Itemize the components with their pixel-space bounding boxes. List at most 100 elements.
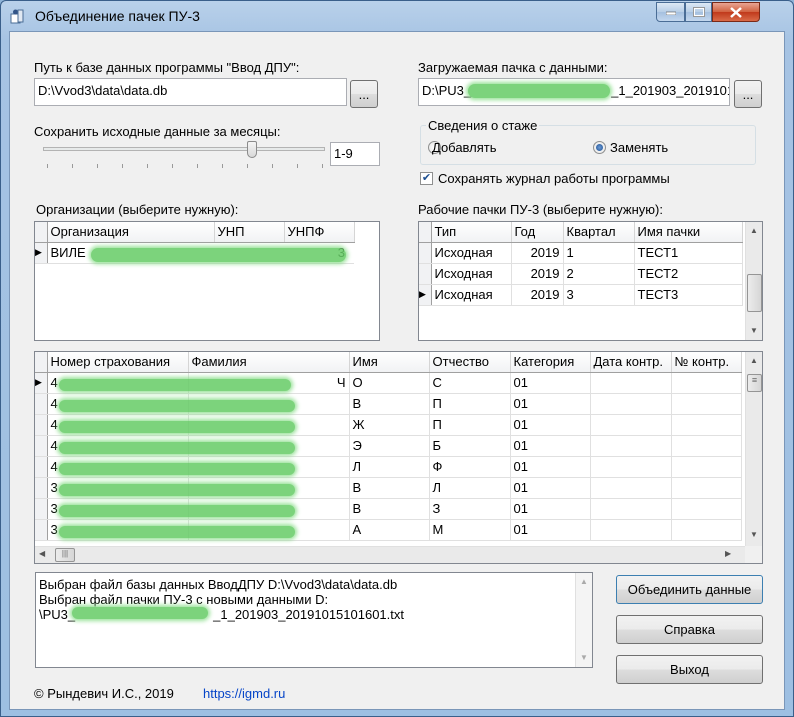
db-path-input[interactable]: D:\Vvod3\data\data.db <box>34 78 347 106</box>
table-row[interactable]: Исходная 2019 1 ТЕСТ1 <box>419 242 743 264</box>
table-row[interactable]: ▶ Исходная 2019 3 ТЕСТ3 <box>419 284 743 306</box>
person-category: 01 <box>510 498 591 520</box>
package-label: Загружаемая пачка с данными: <box>418 60 608 75</box>
packs-col-type[interactable]: Тип <box>431 222 512 243</box>
website-link[interactable]: https://igmd.ru <box>203 686 285 701</box>
organizations-grid[interactable]: Организация УНП УНПФ ▶ ВИЛЕ3 <box>34 221 380 341</box>
slider-tick <box>297 164 298 168</box>
redacted-region <box>59 526 295 538</box>
title-bar[interactable]: Объединение пачек ПУ-3 <box>1 1 793 31</box>
pack-type: Исходная <box>431 263 512 285</box>
scrollbar-thumb[interactable]: ||| <box>55 548 75 562</box>
merge-button[interactable]: Объединить данные <box>616 575 763 604</box>
save-log-checkbox[interactable]: ✔ <box>420 172 433 185</box>
pack-quarter: 3 <box>563 284 635 306</box>
person-name: Л <box>349 456 430 478</box>
db-path-browse-button[interactable]: ... <box>350 80 378 108</box>
person-contract-number <box>671 456 742 478</box>
slider-tick <box>197 164 198 168</box>
redacted-region <box>59 442 295 454</box>
scrollbar-thumb[interactable]: ≡ <box>747 374 762 392</box>
person-contract-number <box>671 435 742 457</box>
log-line: Выбран файл пачки ПУ-3 с новыми данными … <box>39 592 329 607</box>
person-contract-date <box>590 477 672 499</box>
scroll-up-icon[interactable]: ▲ <box>750 226 758 235</box>
redacted-region <box>468 84 610 98</box>
persons-col-contract-date[interactable]: Дата контр. <box>590 352 672 373</box>
scroll-up-icon[interactable]: ▲ <box>750 356 758 365</box>
org-col-unp[interactable]: УНП <box>214 222 285 243</box>
keep-months-slider-track[interactable] <box>43 147 325 151</box>
table-row[interactable]: Исходная 2019 2 ТЕСТ2 <box>419 263 743 285</box>
keep-months-value: 1-9 <box>334 146 353 161</box>
person-contract-number <box>671 372 742 394</box>
persons-grid[interactable]: Номер страхования Фамилия Имя Отчество К… <box>34 351 763 564</box>
scroll-left-icon[interactable]: ◀ <box>39 549 45 558</box>
person-name: А <box>349 519 430 541</box>
keep-months-slider-thumb[interactable] <box>247 141 257 158</box>
persons-horizontal-scrollbar[interactable]: ◀ ||| ▶ <box>35 546 745 563</box>
log-textarea[interactable]: Выбран файл базы данных ВводДПУ D:\Vvod3… <box>35 572 593 668</box>
person-contract-number <box>671 393 742 415</box>
person-category: 01 <box>510 477 591 499</box>
help-button[interactable]: Справка <box>616 615 763 644</box>
person-patronymic: Б <box>429 435 511 457</box>
experience-replace-radio[interactable] <box>593 141 606 154</box>
persons-vertical-scrollbar[interactable]: ▲ ≡ ▼ <box>745 352 762 546</box>
pack-year: 2019 <box>511 242 564 264</box>
person-patronymic: Л <box>429 477 511 499</box>
org-col-unpf[interactable]: УНПФ <box>284 222 355 243</box>
log-line: Выбран файл базы данных ВводДПУ D:\Vvod3… <box>39 577 398 592</box>
maximize-button[interactable] <box>685 2 712 22</box>
redacted-region <box>59 505 295 517</box>
scroll-up-icon[interactable]: ▲ <box>580 577 588 586</box>
persons-col-name[interactable]: Имя <box>349 352 430 373</box>
pack-quarter: 2 <box>563 263 635 285</box>
log-vertical-scrollbar[interactable]: ▲ ▼ <box>575 573 592 667</box>
minimize-button[interactable] <box>656 2 685 22</box>
person-patronymic: М <box>429 519 511 541</box>
packs-col-name[interactable]: Имя пачки <box>634 222 743 243</box>
package-path-suffix: _1_201903_20191015 <box>611 83 730 98</box>
package-browse-button[interactable]: ... <box>734 80 762 108</box>
person-name: В <box>349 393 430 415</box>
row-header <box>35 519 48 541</box>
person-category: 01 <box>510 372 591 394</box>
packs-vertical-scrollbar[interactable]: ▲ ▼ <box>745 222 762 340</box>
packs-grid[interactable]: Тип Год Квартал Имя пачки Исходная 2019 … <box>418 221 763 341</box>
slider-tick <box>172 164 173 168</box>
log-line-prefix: \PU3_ <box>39 607 76 622</box>
persons-col-surname[interactable]: Фамилия <box>188 352 350 373</box>
persons-col-insurance-number[interactable]: Номер страхования <box>47 352 189 373</box>
scrollbar-thumb[interactable] <box>747 274 762 312</box>
org-col-name[interactable]: Организация <box>47 222 215 243</box>
slider-tick <box>147 164 148 168</box>
persons-col-contract-number[interactable]: № контр. <box>671 352 742 373</box>
row-header <box>35 414 48 436</box>
persons-col-category[interactable]: Категория <box>510 352 591 373</box>
db-path-value: D:\Vvod3\data\data.db <box>38 83 168 98</box>
pack-type: Исходная <box>431 284 512 306</box>
person-name: В <box>349 477 430 499</box>
persons-col-patronymic[interactable]: Отчество <box>429 352 511 373</box>
scroll-down-icon[interactable]: ▼ <box>580 653 588 662</box>
scroll-down-icon[interactable]: ▼ <box>750 530 758 539</box>
window-title: Объединение пачек ПУ-3 <box>35 8 200 24</box>
slider-tick <box>97 164 98 168</box>
maximize-icon <box>692 7 705 17</box>
packs-col-quarter[interactable]: Квартал <box>563 222 635 243</box>
experience-add-label[interactable]: Добавлять <box>432 140 497 155</box>
packs-col-year[interactable]: Год <box>511 222 564 243</box>
person-contract-date <box>590 414 672 436</box>
save-log-label[interactable]: Сохранять журнал работы программы <box>438 171 670 186</box>
scroll-down-icon[interactable]: ▼ <box>750 326 758 335</box>
row-header <box>419 263 432 285</box>
current-row-indicator-icon: ▶ <box>35 372 48 394</box>
keep-months-input[interactable]: 1-9 <box>330 142 380 166</box>
close-button[interactable] <box>712 2 760 22</box>
scroll-right-icon[interactable]: ▶ <box>725 549 731 558</box>
row-header-corner <box>35 352 48 373</box>
experience-replace-label[interactable]: Заменять <box>610 140 668 155</box>
exit-button[interactable]: Выход <box>616 655 763 684</box>
row-header <box>419 242 432 264</box>
